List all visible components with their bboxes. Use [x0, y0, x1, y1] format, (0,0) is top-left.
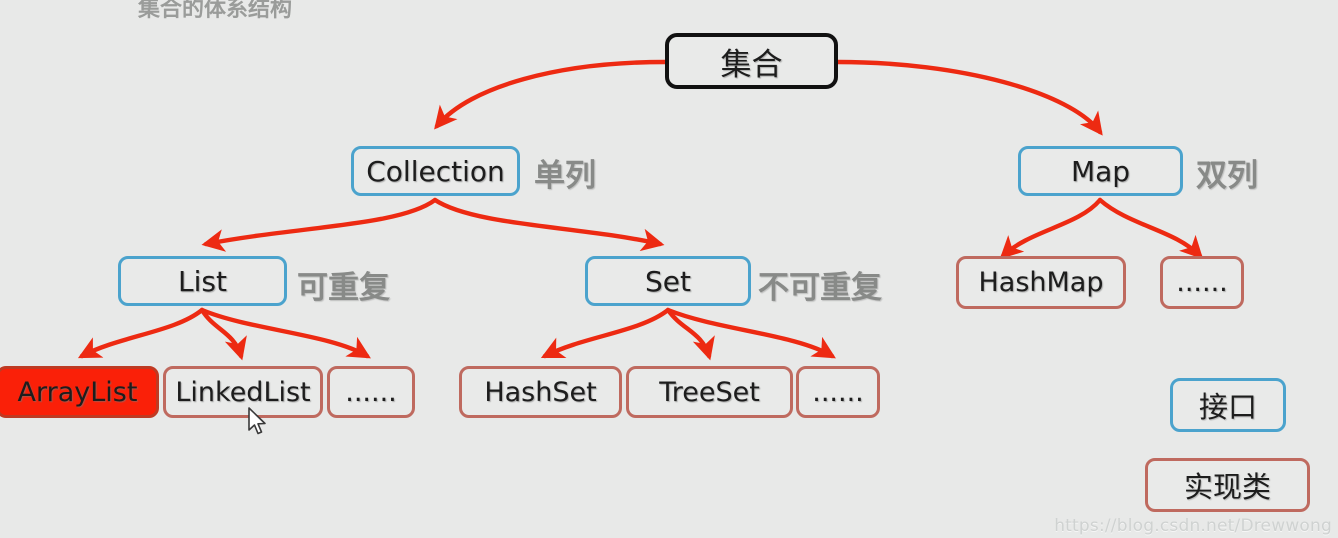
node-set-more[interactable]: ......	[796, 366, 880, 418]
node-hashmap[interactable]: HashMap	[956, 256, 1126, 309]
node-map-more[interactable]: ......	[1160, 256, 1244, 309]
node-collection[interactable]: Collection	[351, 146, 520, 196]
node-collection-label: Collection	[366, 154, 505, 188]
legend-implementation[interactable]: 实现类	[1145, 458, 1310, 512]
legend-interface-label: 接口	[1198, 390, 1257, 424]
node-linkedlist[interactable]: LinkedList	[163, 366, 323, 418]
annotation-set: 不可重复	[758, 270, 882, 306]
annotation-map: 双列	[1196, 158, 1258, 194]
node-list-more-label: ......	[345, 376, 397, 408]
cropped-title: 集合的体系结构	[138, 0, 293, 22]
edge-set-treeset	[665, 307, 715, 361]
edge-list-more	[199, 307, 371, 359]
node-set[interactable]: Set	[585, 256, 751, 306]
node-hashset[interactable]: HashSet	[459, 366, 622, 418]
node-hashset-label: HashSet	[484, 376, 597, 408]
edge-set-hashset	[540, 307, 671, 359]
edge-collection-set	[432, 197, 665, 252]
edge-collection-list	[201, 197, 438, 252]
node-root-jihe[interactable]: 集合	[665, 33, 838, 89]
edge-list-arraylist	[77, 307, 205, 359]
edge-root-collection	[434, 59, 668, 130]
node-arraylist-label: ArrayList	[17, 376, 138, 408]
node-map-label: Map	[1070, 154, 1131, 188]
edge-list-linkedlist	[199, 307, 247, 361]
legend-implementation-label: 实现类	[1183, 470, 1271, 504]
edge-map-more	[1097, 197, 1204, 260]
edge-set-more	[665, 307, 836, 359]
node-linkedlist-label: LinkedList	[175, 376, 311, 408]
node-arraylist[interactable]: ArrayList	[0, 366, 159, 418]
node-set-label: Set	[645, 264, 691, 298]
node-root-label: 集合	[720, 46, 783, 83]
node-treeset-label: TreeSet	[659, 376, 760, 408]
watermark: https://blog.csdn.net/Drewwong	[1054, 516, 1332, 536]
node-list[interactable]: List	[118, 256, 287, 306]
node-treeset[interactable]: TreeSet	[626, 366, 793, 418]
edge-root-map	[835, 59, 1103, 136]
node-map[interactable]: Map	[1018, 146, 1183, 196]
node-hashmap-label: HashMap	[978, 267, 1104, 298]
diagram-canvas: 集合的体系结构 集合 Collection 单列 Map 双列 List 可重复…	[0, 0, 1338, 538]
node-list-more[interactable]: ......	[327, 366, 415, 418]
node-map-more-label: ......	[1176, 267, 1228, 298]
node-set-more-label: ......	[812, 376, 864, 408]
node-list-label: List	[178, 264, 227, 298]
annotation-collection: 单列	[534, 158, 596, 194]
annotation-list: 可重复	[297, 270, 390, 306]
edge-map-hashmap	[999, 197, 1103, 260]
legend-interface[interactable]: 接口	[1170, 378, 1286, 432]
